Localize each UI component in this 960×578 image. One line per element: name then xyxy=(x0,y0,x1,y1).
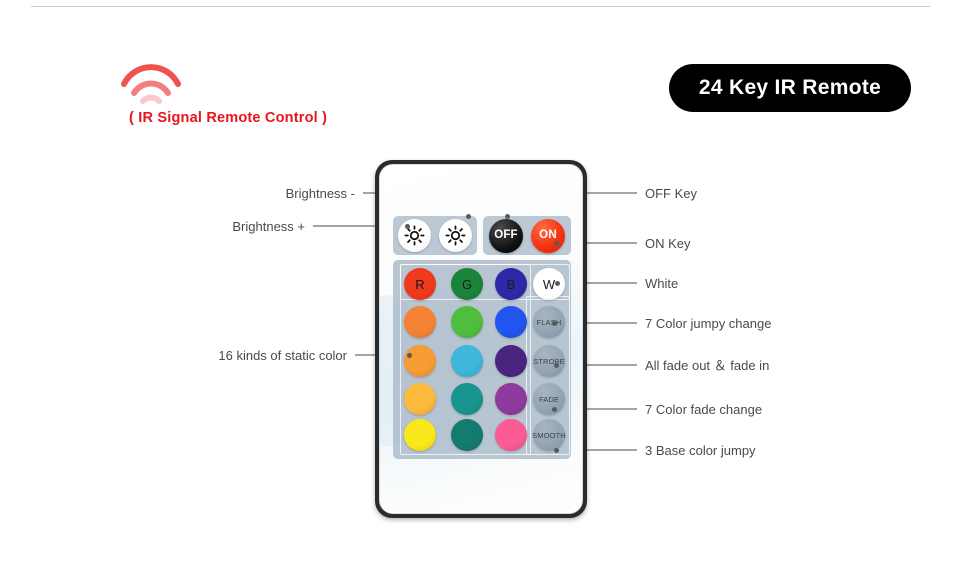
white-button-label: W xyxy=(542,276,556,292)
leader-dot-smooth xyxy=(554,448,559,453)
callout-off-key: OFF Key xyxy=(645,186,698,201)
ir-remote-device: OFF ON R G B W FLASH STROBE FADE SMOOTH xyxy=(375,160,587,518)
callout-white: White xyxy=(645,276,679,291)
callout-color-jumpy-change: 7 Color jumpy change xyxy=(645,316,772,331)
callout-base-color-jumpy: 3 Base color jumpy xyxy=(645,443,756,458)
color-button[interactable]: R xyxy=(404,268,436,300)
leader-dot-brightness-down xyxy=(466,214,471,219)
color-button[interactable] xyxy=(404,345,436,377)
brightness-down-icon xyxy=(445,225,466,246)
brightness-up-button[interactable] xyxy=(398,219,431,252)
color-button[interactable] xyxy=(495,383,527,415)
callout-brightness-up: Brightness + xyxy=(232,219,305,234)
color-button-label: R xyxy=(415,276,425,292)
fade-button-label: FADE xyxy=(539,394,559,404)
remote-faceplate: OFF ON R G B W FLASH STROBE FADE SMOOTH xyxy=(379,164,583,514)
on-button-label: ON xyxy=(539,229,557,242)
color-button[interactable] xyxy=(451,419,483,451)
callout-static-colors: 16 kinds of static color xyxy=(218,348,347,363)
flash-button[interactable]: FLASH xyxy=(533,306,565,338)
leader-dot-flash xyxy=(552,321,557,326)
page-title: 24 Key IR Remote xyxy=(698,76,882,99)
callout-on-key: ON Key xyxy=(645,236,691,251)
flash-button-label: FLASH xyxy=(536,317,562,327)
strobe-button[interactable]: STROBE xyxy=(533,345,565,377)
brightness-down-button[interactable] xyxy=(439,219,472,252)
color-button[interactable] xyxy=(404,383,436,415)
leader-dot-brightness-up xyxy=(405,224,410,229)
color-button[interactable] xyxy=(451,383,483,415)
color-button[interactable] xyxy=(404,306,436,338)
color-button-label: B xyxy=(506,276,516,292)
callout-fade-out-in: All fade out ＆ fade in xyxy=(645,358,770,373)
header-divider xyxy=(31,6,930,7)
color-button[interactable] xyxy=(495,306,527,338)
off-button-label: OFF xyxy=(494,229,518,242)
color-button[interactable] xyxy=(404,419,436,451)
ir-signal-wave-icon xyxy=(120,62,182,104)
leader-dot-static-colors xyxy=(407,353,412,358)
color-button-label: G xyxy=(461,276,473,292)
off-button[interactable]: OFF xyxy=(489,219,523,253)
ir-signal-caption: ( IR Signal Remote Control ) xyxy=(129,110,328,126)
color-button[interactable] xyxy=(451,345,483,377)
fade-button[interactable]: FADE xyxy=(533,383,565,415)
leader-dot-off-key xyxy=(505,214,510,219)
leader-dot-on-key xyxy=(554,241,559,246)
leader-dot-strobe xyxy=(554,363,559,368)
leader-dot-white xyxy=(555,281,560,286)
color-button[interactable]: G xyxy=(451,268,483,300)
smooth-button-label: SMOOTH xyxy=(532,430,566,440)
smooth-button[interactable]: SMOOTH xyxy=(532,419,566,451)
on-button[interactable]: ON xyxy=(531,219,565,253)
color-button[interactable] xyxy=(495,345,527,377)
strobe-button-label: STROBE xyxy=(533,356,565,366)
top-button-panel: OFF ON xyxy=(393,216,571,255)
color-button[interactable] xyxy=(451,306,483,338)
white-button[interactable]: W xyxy=(533,268,565,300)
leader-dot-fade xyxy=(552,407,557,412)
callout-color-fade-change: 7 Color fade change xyxy=(645,402,763,417)
color-button[interactable]: B xyxy=(495,268,527,300)
callout-brightness-down: Brightness - xyxy=(285,186,355,201)
color-button[interactable] xyxy=(495,419,527,451)
page-title-badge: 24 Key IR Remote xyxy=(669,64,911,112)
